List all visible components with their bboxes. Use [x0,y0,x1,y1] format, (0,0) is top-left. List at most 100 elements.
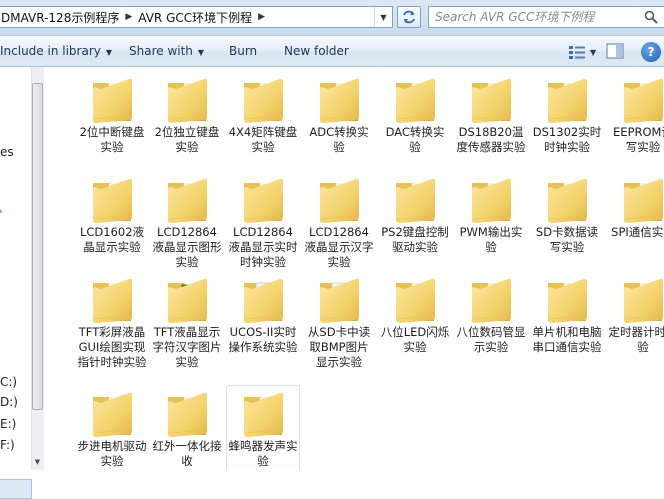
help-button[interactable]: ? [641,42,661,62]
folder-icon [93,392,132,437]
folder-icon [624,178,663,223]
folder-label: TFT彩屏液晶GUI绘图实现指针时钟实验 [77,325,147,369]
burn-button[interactable]: Burn [229,44,257,58]
folder-icon [320,178,359,223]
search-box[interactable] [428,6,664,28]
folder-item[interactable]: 4X4矩阵键盘实验 [226,71,300,171]
nav-drive-c[interactable]: C:) [0,375,17,389]
nav-drive-e[interactable]: E:) [0,417,16,431]
folder-icon [396,178,435,223]
folder-item[interactable]: SD卡数据读写实验 [530,171,604,271]
folder-item[interactable]: TFT彩屏液晶GUI绘图实现指针时钟实验 [75,271,149,371]
folder-label: 八位数码管显示实验 [456,325,526,354]
folder-label: UCOS-II实时操作系统实验 [228,325,298,354]
folder-label: 从SD卡中读取BMP图片显示实验 [307,325,371,369]
folder-icon [244,178,283,223]
folder-icon [168,78,207,123]
folder-item[interactable]: LCD1602液晶显示实验 [75,171,149,271]
folder-icon [93,78,132,123]
folder-item[interactable]: TFT液晶显示字符汉字图片实验 [150,271,224,371]
nav-expand-icon[interactable]: › [0,204,3,218]
folder-item[interactable]: 单片机和电脑串口通信实验 [530,271,604,371]
folder-label: DS18B20温度传感器实验 [456,125,526,154]
breadcrumb-chevron-icon[interactable]: ▶ [125,12,132,22]
address-strip: DMAVR-128示例程序 ▶ AVR GCC环境下例程 ▶ ▼ [0,0,664,36]
folder-label: 蜂鸣器发声实验 [228,439,298,468]
folder-item[interactable]: ADC转换实验 [302,71,376,171]
folder-label: 2位独立键盘实验 [154,125,220,154]
breadcrumb-chevron-icon[interactable]: ▶ [258,12,265,22]
include-in-library-button[interactable]: Include in library ▼ [0,44,112,58]
share-with-label: Share with [129,44,193,58]
scroll-down-arrow-icon[interactable]: ▼ [32,455,43,468]
folder-label: 红外一体化接收 [152,439,222,468]
folder-label: LCD12864液晶显示实时时钟实验 [228,225,298,269]
folder-label: LCD1602液晶显示实验 [79,225,145,254]
folder-icon [320,78,359,123]
nav-drive-d[interactable]: D:) [0,395,18,409]
folder-label: SD卡数据读写实验 [535,225,599,254]
folder-item[interactable]: 红外一体化接收 [150,385,224,470]
change-view-button[interactable]: ▼ [568,43,602,61]
refresh-icon [403,10,415,24]
folder-item[interactable]: 八位LED闪烁实验 [378,271,452,371]
folder-label: SPI通信实验 [611,225,664,239]
share-with-button[interactable]: Share with ▼ [129,44,204,58]
folder-item[interactable]: DAC转换实验 [378,71,452,171]
refresh-button[interactable] [397,6,421,28]
folder-label: 八位LED闪烁实验 [380,325,450,354]
folder-label: LCD12864液晶显示汉字实验 [304,225,374,269]
search-input[interactable] [435,10,635,24]
folder-item[interactable]: 步进电机驱动实验 [75,385,149,470]
folder-label: LCD12864液晶显示图形实验 [152,225,222,269]
breadcrumb-parent[interactable]: DMAVR-128示例程序 [1,9,119,26]
folder-item[interactable]: 定时器计时实验 [606,271,664,371]
chevron-down-icon: ▼ [197,48,205,57]
folder-item[interactable]: SPI通信实验 [606,171,664,271]
folder-icon [548,78,587,123]
folder-item[interactable]: LCD12864液晶显示图形实验 [150,171,224,271]
folder-icon [472,278,511,323]
folder-label: PS2键盘控制驱动实验 [381,225,449,254]
folder-item[interactable]: PWM输出实验 [454,171,528,271]
folder-icon [168,278,207,323]
command-bar: Include in library ▼ Share with ▼ Burn New… [0,36,664,67]
preview-pane-icon [606,43,624,59]
file-list: 2位中断键盘实验 2位独立键盘实验 4X4矩阵键盘实验 ADC转换实验 DAC转换实验 D… [45,67,664,470]
folder-icon [93,178,132,223]
folder-item[interactable]: DS1302实时时钟实验 [530,71,604,171]
folder-item[interactable]: 2位独立键盘实验 [150,71,224,171]
folder-icon [320,278,359,323]
folder-item[interactable]: LCD12864液晶显示实时时钟实验 [226,171,300,271]
address-bar[interactable]: DMAVR-128示例程序 ▶ AVR GCC环境下例程 ▶ ▼ [0,6,393,28]
folder-icon [168,178,207,223]
folder-item[interactable]: PS2键盘控制驱动实验 [378,171,452,271]
folder-item[interactable]: 从SD卡中读取BMP图片显示实验 [302,271,376,371]
nav-scrollbar-thumb[interactable] [32,83,43,410]
nav-item-libraries[interactable]: es [0,145,14,159]
new-folder-button[interactable]: New folder [284,44,349,58]
folder-icon [624,278,663,323]
folder-item[interactable]: 八位数码管显示实验 [454,271,528,371]
folder-label: PWM输出实验 [459,225,523,254]
folder-item[interactable]: 2位中断键盘实验 [75,71,149,171]
folder-label: EEPROM读写实验 [613,125,664,154]
folder-item[interactable]: EEPROM读写实验 [606,71,664,171]
folder-icon [93,278,132,323]
address-dropdown-icon[interactable]: ▼ [374,7,392,27]
folder-item[interactable]: 蜂鸣器发声实验 [226,385,300,470]
folder-icon [396,278,435,323]
folder-item[interactable]: UCOS-II实时操作系统实验 [226,271,300,371]
include-in-library-label: Include in library [0,44,101,58]
search-icon[interactable] [644,10,658,24]
view-grid-icon [569,46,585,59]
folder-item[interactable]: LCD12864液晶显示汉字实验 [302,171,376,271]
folder-item[interactable]: DS18B20温度传感器实验 [454,71,528,171]
folder-icon [548,178,587,223]
folder-icon [472,178,511,223]
nav-drive-f[interactable]: F:) [0,438,15,452]
chevron-down-icon: ▼ [590,47,597,57]
preview-pane-button[interactable] [606,43,624,62]
breadcrumb-current[interactable]: AVR GCC环境下例程 [138,9,252,26]
folder-icon [548,278,587,323]
